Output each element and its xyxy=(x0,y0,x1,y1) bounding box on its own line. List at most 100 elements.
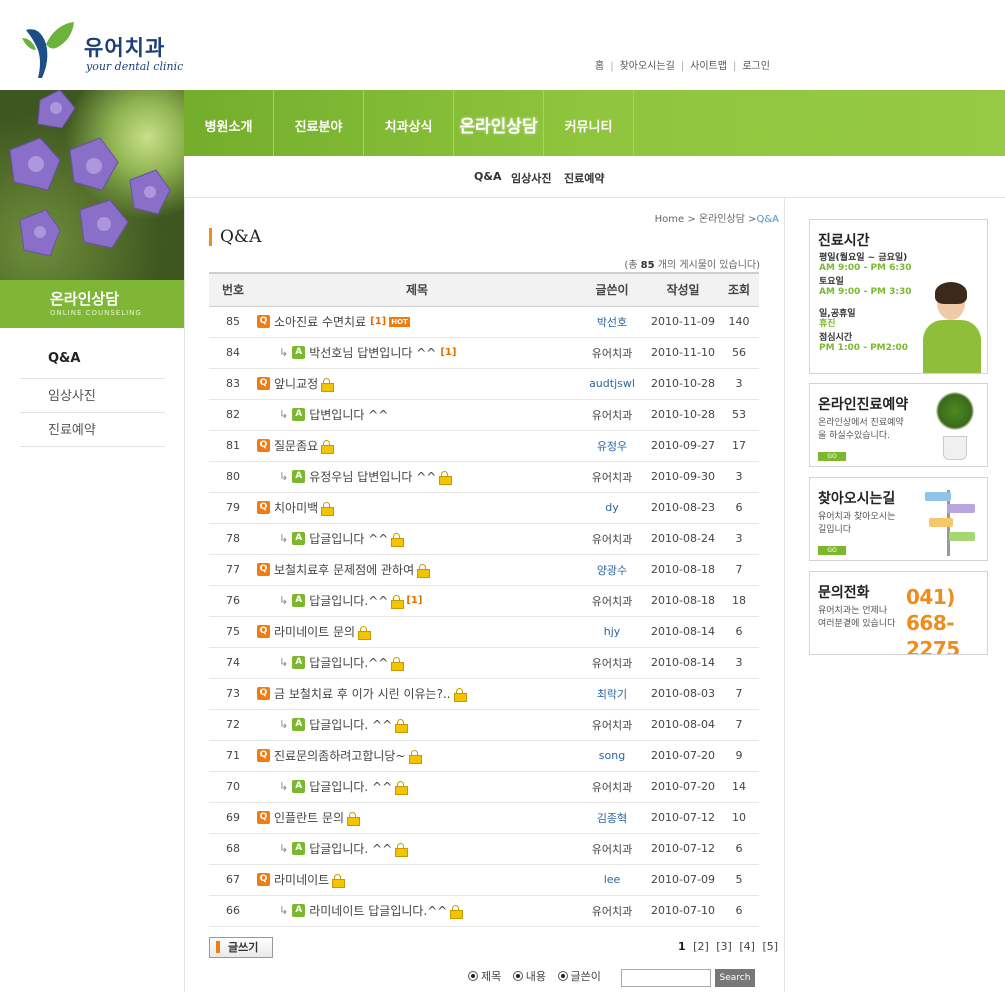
post-date: 2010-07-12 xyxy=(647,802,719,834)
left-menu-reservation[interactable]: 진료예약 xyxy=(20,413,165,447)
post-title-link[interactable]: 인플란트 문의 xyxy=(274,811,344,825)
post-title-link[interactable]: 라미네이트 답글입니다.^^ xyxy=(309,904,447,918)
table-row[interactable]: 77 Q 보철치료후 문제점에 관하여 양광수 2010-08-18 7 xyxy=(209,554,759,586)
page-3[interactable]: [3] xyxy=(716,940,732,953)
post-author[interactable]: lee xyxy=(577,864,647,896)
clinic-logo[interactable]: 유어치과 your dental clinic xyxy=(20,20,190,82)
post-title-link[interactable]: 치아미백 xyxy=(274,501,318,515)
table-row[interactable]: 75 Q 라미네이트 문의 hjy 2010-08-14 6 xyxy=(209,616,759,648)
post-title-link[interactable]: 박선호님 답변입니다 ^^ xyxy=(309,346,436,360)
topnav-home[interactable]: 홈 xyxy=(595,61,604,72)
directions-go-button[interactable]: GO xyxy=(818,546,846,555)
nav-hospital-intro[interactable]: 병원소개 xyxy=(184,90,274,156)
table-row[interactable]: 78 ↳ A 답글입니다 ^^ 유어치과 2010-08-24 3 xyxy=(209,523,759,555)
post-title-cell: ↳ A 답글입니다. ^^ xyxy=(257,709,577,741)
topnav-login[interactable]: 로그인 xyxy=(742,61,770,72)
post-title-link[interactable]: 보철치료후 문제점에 관하여 xyxy=(274,563,414,577)
directions-box[interactable]: 찾아오시는길 유어치과 찾아오시는 길입니다 GO xyxy=(809,477,988,561)
table-row[interactable]: 67 Q 라미네이트 lee 2010-07-09 5 xyxy=(209,864,759,896)
table-row[interactable]: 81 Q 질문좀요 유정우 2010-09-27 17 xyxy=(209,430,759,462)
post-author[interactable]: dy xyxy=(577,492,647,524)
subnav-reservation[interactable]: 진료예약 xyxy=(564,170,604,186)
table-row[interactable]: 80 ↳ A 유정우님 답변입니다 ^^ 유어치과 2010-09-30 3 xyxy=(209,461,759,493)
post-title-link[interactable]: 답글입니다.^^ xyxy=(309,594,388,608)
post-author[interactable]: 김종혁 xyxy=(577,802,647,834)
page-1[interactable]: 1 xyxy=(678,940,686,953)
post-title-link[interactable]: 진료문의좀하려고합니당~ xyxy=(274,749,406,763)
table-row[interactable]: 74 ↳ A 답글입니다.^^ 유어치과 2010-08-14 3 xyxy=(209,647,759,679)
subnav-qna[interactable]: Q&A xyxy=(474,170,501,183)
table-row[interactable]: 66 ↳ A 라미네이트 답글입니다.^^ 유어치과 2010-07-10 6 xyxy=(209,895,759,927)
post-title-link[interactable]: 유정우님 답변입니다 ^^ xyxy=(309,470,436,484)
search-option-title-radio[interactable] xyxy=(468,971,478,981)
post-title-link[interactable]: 라미네이트 문의 xyxy=(274,625,355,639)
post-views: 17 xyxy=(719,430,759,462)
online-booking-box[interactable]: 온라인진료예약 온라인상에서 진료예약 을 하실수있습니다. GO xyxy=(809,383,988,467)
write-button[interactable]: 글쓰기 xyxy=(209,937,273,958)
post-title-link[interactable]: 답변입니다 ^^ xyxy=(309,408,388,422)
search-button[interactable]: Search xyxy=(715,969,755,987)
breadcrumb-home[interactable]: Home xyxy=(655,214,685,225)
post-title-link[interactable]: 질문좀요 xyxy=(274,439,318,453)
search-input[interactable] xyxy=(621,969,711,987)
nav-community[interactable]: 커뮤니티 xyxy=(544,90,634,156)
table-row[interactable]: 82 ↳ A 답변입니다 ^^ 유어치과 2010-10-28 53 xyxy=(209,399,759,431)
table-row[interactable]: 79 Q 치아미백 dy 2010-08-23 6 xyxy=(209,492,759,524)
question-icon: Q xyxy=(257,873,270,886)
post-title-link[interactable]: 답글입니다. ^^ xyxy=(309,842,392,856)
search-option-author-radio[interactable] xyxy=(557,971,568,981)
question-icon: Q xyxy=(257,439,270,452)
col-author: 글쓴이 xyxy=(577,272,647,307)
table-row[interactable]: 72 ↳ A 답글입니다. ^^ 유어치과 2010-08-04 7 xyxy=(209,709,759,741)
post-title-link[interactable]: 답글입니다 ^^ xyxy=(309,532,388,546)
table-row[interactable]: 83 Q 앞니교정 audtjswl 2010-10-28 3 xyxy=(209,368,759,400)
post-title-link[interactable]: 답글입니다. ^^ xyxy=(309,780,392,794)
post-title-link[interactable]: 답글입니다.^^ xyxy=(309,656,388,670)
post-title-cell: Q 앞니교정 xyxy=(257,368,577,400)
topnav-directions[interactable]: 찾아오시는길 xyxy=(620,61,675,72)
write-button-label: 글쓰기 xyxy=(228,941,259,954)
post-author: 유어치과 xyxy=(577,709,647,741)
table-row[interactable]: 68 ↳ A 답글입니다. ^^ 유어치과 2010-07-12 6 xyxy=(209,833,759,865)
post-author[interactable]: 유정우 xyxy=(577,430,647,462)
post-title-link[interactable]: 소아진료 수면치료 xyxy=(274,315,366,329)
lock-icon xyxy=(391,532,405,547)
post-title-link[interactable]: 금 보철치료 후 이가 시린 이유는?.. xyxy=(274,687,451,701)
post-author[interactable]: 박선호 xyxy=(577,306,647,338)
nav-dental-knowledge[interactable]: 치과상식 xyxy=(364,90,454,156)
page-4[interactable]: [4] xyxy=(739,940,755,953)
lock-icon xyxy=(347,811,361,826)
breadcrumb-section[interactable]: 온라인상담 xyxy=(699,214,745,225)
left-menu-clinical-photos[interactable]: 임상사진 xyxy=(20,379,165,413)
left-menu-qna[interactable]: Q&A xyxy=(20,345,165,379)
nav-treatment-fields[interactable]: 진료분야 xyxy=(274,90,364,156)
post-author: 유어치과 xyxy=(577,461,647,493)
post-author[interactable]: song xyxy=(577,740,647,772)
table-row[interactable]: 84 ↳ A 박선호님 답변입니다 ^^ [1] 유어치과 2010-11-10 56 xyxy=(209,337,759,369)
post-title-link[interactable]: 앞니교정 xyxy=(274,377,318,391)
post-author[interactable]: 양광수 xyxy=(577,554,647,586)
page-5[interactable]: [5] xyxy=(762,940,778,953)
post-author[interactable]: hjy xyxy=(577,616,647,648)
topnav-sitemap[interactable]: 사이트맵 xyxy=(690,61,727,72)
table-row[interactable]: 73 Q 금 보철치료 후 이가 시린 이유는?.. 최락기 2010-08-03 7 xyxy=(209,678,759,710)
search-option-content-radio[interactable] xyxy=(512,971,523,981)
nav-online-counseling[interactable]: 온라인상담 xyxy=(454,90,544,156)
post-author[interactable]: 최락기 xyxy=(577,678,647,710)
table-row[interactable]: 69 Q 인플란트 문의 김종혁 2010-07-12 10 xyxy=(209,802,759,834)
table-row[interactable]: 70 ↳ A 답글입니다. ^^ 유어치과 2010-07-20 14 xyxy=(209,771,759,803)
page-2[interactable]: [2] xyxy=(693,940,709,953)
table-row[interactable]: 71 Q 진료문의좀하려고합니당~ song 2010-07-20 9 xyxy=(209,740,759,772)
post-title-link[interactable]: 답글입니다. ^^ xyxy=(309,718,392,732)
question-icon: Q xyxy=(257,749,270,762)
table-row[interactable]: 76 ↳ A 답글입니다.^^ [1] 유어치과 2010-08-18 18 xyxy=(209,585,759,617)
post-author[interactable]: audtjswl xyxy=(577,368,647,400)
post-views: 6 xyxy=(719,833,759,865)
post-views: 6 xyxy=(719,895,759,927)
table-row[interactable]: 85 Q 소아진료 수면치료 [1] HOT 박선호 2010-11-09 140 xyxy=(209,306,759,338)
subnav-clinical-photos[interactable]: 임상사진 xyxy=(511,170,551,186)
post-date: 2010-07-09 xyxy=(647,864,719,896)
booking-go-button[interactable]: GO xyxy=(818,452,846,461)
phone-desc: 유어치과는 언제나 여러분곁에 있습니다 xyxy=(818,605,895,631)
post-title-link[interactable]: 라미네이트 xyxy=(274,873,329,887)
